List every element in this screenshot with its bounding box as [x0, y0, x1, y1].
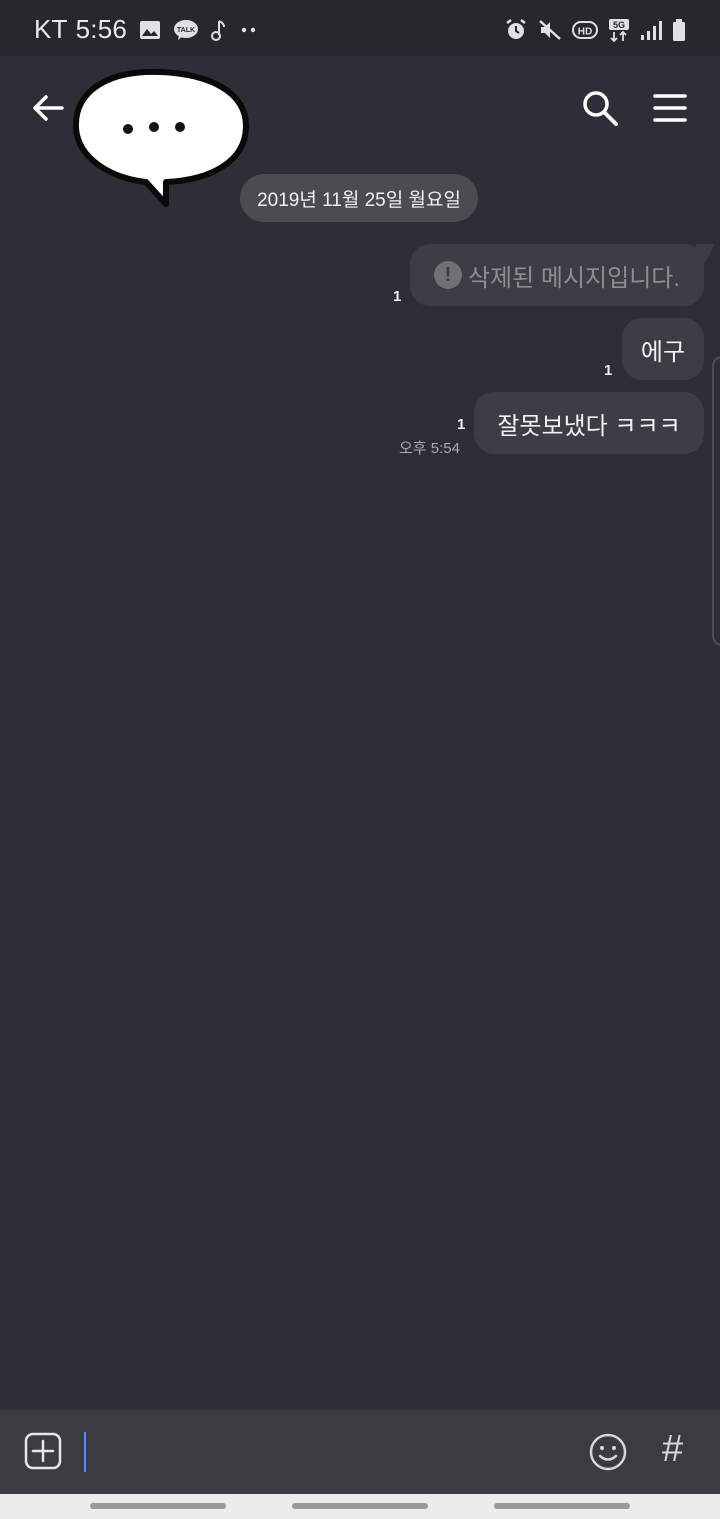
unread-count: 1 — [457, 416, 466, 433]
gallery-icon — [140, 20, 161, 39]
more-dots-icon — [241, 27, 256, 32]
menu-icon[interactable] — [650, 88, 690, 128]
svg-text:HD: HD — [578, 27, 592, 38]
message-input-bar: # — [0, 1410, 720, 1494]
hd-icon: HD — [572, 21, 598, 39]
message-bubble[interactable]: 잘못보냈다 ㅋㅋㅋ — [474, 392, 704, 454]
hashtag-button[interactable]: # — [662, 1428, 683, 1471]
speech-bubble-sticker[interactable] — [70, 66, 252, 210]
signal-icon — [641, 21, 662, 40]
back-arrow-icon[interactable] — [26, 86, 70, 130]
nav-recent-button[interactable] — [90, 1503, 226, 1509]
5g-icon: 5G — [609, 19, 629, 42]
message-text: 삭제된 메시지입니다. — [467, 264, 681, 292]
message-timestamp: 오후 5:54 — [399, 440, 460, 457]
unread-count: 1 — [393, 288, 402, 305]
status-bar-right: HD 5G — [504, 18, 686, 42]
unread-count: 1 — [604, 362, 613, 379]
mute-icon — [539, 20, 561, 40]
status-time: 5:56 — [75, 14, 128, 44]
nav-home-button[interactable] — [292, 1503, 428, 1509]
alarm-icon — [506, 19, 526, 39]
svg-text:TALK: TALK — [177, 27, 195, 34]
plus-square-icon[interactable] — [24, 1432, 62, 1470]
status-bar-left: KT 5:56 TALK — [34, 14, 259, 45]
message-bubble-deleted[interactable]: ! 삭제된 메시지입니다. — [410, 244, 715, 306]
music-icon — [211, 19, 226, 41]
date-separator: 2019년 11월 25일 월요일 — [240, 174, 478, 222]
svg-text:5G: 5G — [613, 20, 625, 30]
exclamation-icon: ! — [433, 261, 462, 289]
carrier-label: KT — [34, 14, 68, 44]
search-icon[interactable] — [578, 86, 622, 130]
message-text: 잘못보냈다 ㅋㅋㅋ — [497, 412, 681, 440]
nav-back-button[interactable] — [494, 1503, 630, 1509]
message-text: 에구 — [640, 338, 686, 366]
message-input[interactable] — [84, 1432, 86, 1472]
system-nav-bar — [0, 1494, 720, 1519]
battery-icon — [673, 19, 685, 41]
scroll-edge-indicator — [712, 356, 720, 646]
status-bar: KT 5:56 TALK HD 5G — [0, 0, 720, 56]
message-bubble[interactable]: 에구 — [622, 318, 704, 380]
emoji-icon[interactable] — [588, 1432, 628, 1472]
kakaotalk-icon: TALK — [174, 19, 199, 40]
bubble-tail — [687, 244, 715, 262]
